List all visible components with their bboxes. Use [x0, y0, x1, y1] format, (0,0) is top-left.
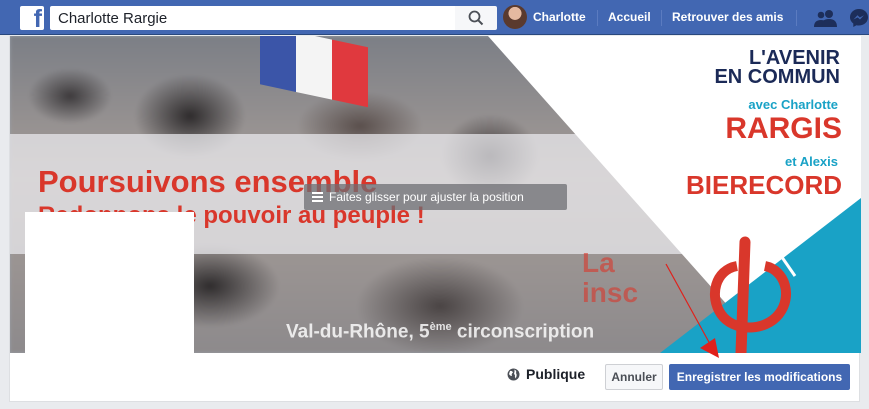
party-name-line-2: EN COMMUN	[714, 66, 840, 88]
cover-side-text: La insc	[582, 247, 639, 308]
and-candidate-label: et Alexis	[785, 154, 838, 169]
top-navigation-bar: f Charlotte Accueil Retrouver des amis	[0, 0, 869, 35]
nav-home-link[interactable]: Accueil	[608, 10, 651, 24]
facebook-logo[interactable]: f	[20, 6, 44, 30]
drag-hint-label: Faites glisser pour ajuster la position	[329, 190, 524, 204]
profile-picture-placeholder[interactable]	[25, 212, 194, 353]
save-changes-button[interactable]: Enregistrer les modifications	[669, 364, 850, 390]
search-icon	[468, 10, 484, 26]
party-name-line-1: L'AVENIR	[748, 47, 840, 69]
nav-find-friends-link[interactable]: Retrouver des amis	[672, 10, 783, 24]
avatar[interactable]	[503, 5, 527, 29]
friends-icon[interactable]	[814, 8, 838, 28]
globe-icon	[507, 368, 520, 380]
nav-divider	[661, 10, 662, 26]
messenger-icon[interactable]	[849, 8, 869, 28]
profile-link[interactable]: Charlotte	[533, 10, 586, 24]
drag-handle-icon	[312, 192, 323, 202]
phi-logo-icon	[709, 236, 797, 353]
cover-card: Poursuivons ensemble Redonnons le pouvoi…	[9, 36, 861, 402]
candidate-2-name: BIERECORD	[685, 170, 842, 200]
nav-divider	[597, 10, 598, 26]
with-candidate-label: avec Charlotte	[748, 97, 838, 112]
cancel-button[interactable]: Annuler	[605, 364, 663, 390]
nav-divider	[796, 10, 797, 26]
drag-to-reposition-hint[interactable]: Faites glisser pour ajuster la position	[304, 184, 567, 210]
privacy-selector[interactable]: Publique	[507, 366, 585, 382]
privacy-label: Publique	[526, 366, 586, 382]
candidate-1-name: RARGIS	[725, 112, 842, 145]
cover-constituency: Val-du-Rhône, 5ème circonscription	[286, 321, 595, 343]
search-input[interactable]	[50, 6, 455, 30]
search-button[interactable]	[455, 6, 497, 30]
cover-photo[interactable]: Poursuivons ensemble Redonnons le pouvoi…	[10, 36, 861, 353]
